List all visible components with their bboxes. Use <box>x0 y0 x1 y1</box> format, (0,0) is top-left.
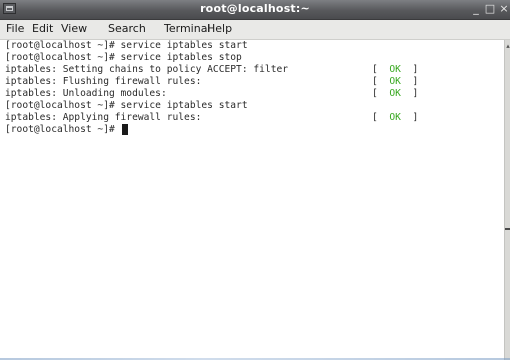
close-button[interactable]: × <box>498 2 510 16</box>
terminal-line-text: [root@localhost ~]# service iptables sta… <box>5 40 248 51</box>
vertical-scrollbar[interactable]: ▴ <box>504 40 510 360</box>
status-bracket-open: [ <box>372 88 378 99</box>
terminal-line-text: iptables: Flushing firewall rules: <box>5 76 202 87</box>
menu-bar: File Edit View Search Terminal Help <box>0 20 510 40</box>
terminal-line: iptables: Applying firewall rules: [ OK ] <box>0 112 504 124</box>
status-indicator: [ OK ] <box>372 112 418 124</box>
title-bar[interactable]: root@localhost:~ _ □ × <box>0 0 510 20</box>
status-bracket-open: [ <box>372 112 378 123</box>
terminal-line: iptables: Flushing firewall rules: [ OK ] <box>0 76 504 88</box>
menu-view[interactable]: View <box>61 22 87 35</box>
terminal-line: [root@localhost ~]# <box>0 124 504 136</box>
menu-search[interactable]: Search <box>108 22 146 35</box>
minimize-button[interactable]: _ <box>470 2 482 16</box>
terminal-window: root@localhost:~ _ □ × File Edit View Se… <box>0 0 510 360</box>
terminal-line: iptables: Setting chains to policy ACCEP… <box>0 64 504 76</box>
window-title: root@localhost:~ <box>200 2 310 15</box>
status-bracket-open: [ <box>372 76 378 87</box>
status-bracket-close: ] <box>412 64 419 75</box>
menu-file[interactable]: File <box>6 22 24 35</box>
scrollbar-thumb[interactable] <box>505 228 510 230</box>
status-bracket-close: ] <box>412 112 419 123</box>
status-ok: OK <box>389 76 401 87</box>
terminal-line: [root@localhost ~]# service iptables sto… <box>0 52 504 64</box>
menu-terminal[interactable]: Terminal <box>164 22 211 35</box>
terminal-line: [root@localhost ~]# service iptables sta… <box>0 100 504 112</box>
terminal-line: iptables: Unloading modules: [ OK ] <box>0 88 504 100</box>
terminal-line-text: iptables: Unloading modules: <box>5 88 167 99</box>
status-indicator: [ OK ] <box>372 76 418 88</box>
status-ok: OK <box>389 64 401 75</box>
terminal-line: [root@localhost ~]# service iptables sta… <box>0 40 504 52</box>
menu-help[interactable]: Help <box>207 22 232 35</box>
maximize-button[interactable]: □ <box>484 2 496 16</box>
text-cursor <box>122 124 128 135</box>
terminal-line-text: [root@localhost ~]# <box>5 124 121 135</box>
status-indicator: [ OK ] <box>372 88 418 100</box>
terminal-line-text: iptables: Applying firewall rules: <box>5 112 202 123</box>
terminal-output[interactable]: [root@localhost ~]# service iptables sta… <box>0 40 504 360</box>
menu-edit[interactable]: Edit <box>32 22 53 35</box>
status-bracket-close: ] <box>412 76 419 87</box>
status-ok: OK <box>389 88 401 99</box>
scroll-up-arrow-icon[interactable]: ▴ <box>505 42 510 50</box>
terminal-line-text: iptables: Setting chains to policy ACCEP… <box>5 64 289 75</box>
status-bracket-close: ] <box>412 88 419 99</box>
status-ok: OK <box>389 112 401 123</box>
terminal-line-text: [root@localhost ~]# service iptables sto… <box>5 52 242 63</box>
status-bracket-open: [ <box>372 64 378 75</box>
terminal-line-text: [root@localhost ~]# service iptables sta… <box>5 100 248 111</box>
status-indicator: [ OK ] <box>372 64 418 76</box>
